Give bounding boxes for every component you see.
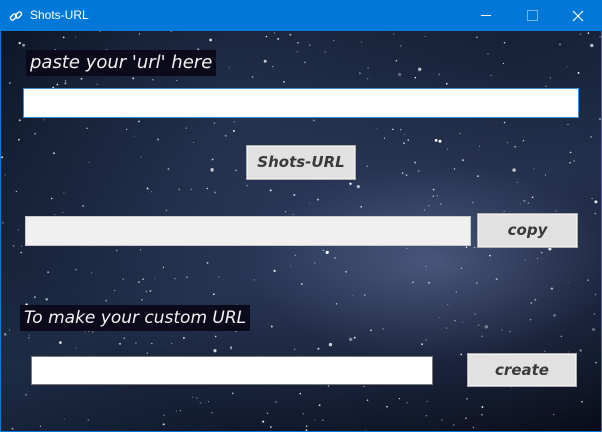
shorten-button[interactable]: Shots-URL: [246, 145, 356, 180]
custom-url-input[interactable]: [31, 356, 433, 385]
app-window: Shots-URL paste your 'url' here Shots-UR…: [0, 0, 602, 432]
link-icon: [9, 8, 23, 22]
minimize-icon: [481, 15, 491, 16]
custom-url-label: To make your custom URL: [20, 305, 251, 331]
short-url-output[interactable]: [25, 216, 471, 246]
create-button[interactable]: create: [467, 353, 577, 387]
maximize-button[interactable]: [509, 0, 555, 31]
title-bar[interactable]: Shots-URL: [0, 0, 602, 31]
close-icon: [572, 10, 584, 21]
copy-button[interactable]: copy: [477, 213, 578, 248]
client-area: paste your 'url' here Shots-URL copy To …: [1, 31, 601, 431]
paste-url-label: paste your 'url' here: [26, 50, 217, 76]
url-input[interactable]: [23, 88, 579, 118]
maximize-icon: [526, 10, 538, 21]
window-title: Shots-URL: [30, 8, 89, 22]
close-button[interactable]: [555, 0, 601, 31]
minimize-button[interactable]: [463, 0, 509, 31]
